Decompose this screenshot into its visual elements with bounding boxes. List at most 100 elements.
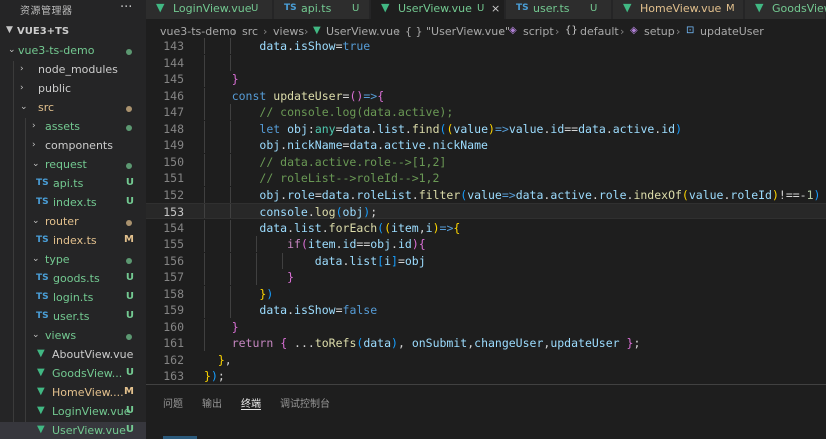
code-line: 147 // console.log(data.active); [146,104,826,120]
active-tab-indicator [241,409,261,410]
tree-item-label: components [45,139,113,152]
workspace-root[interactable]: ▼ VUE3+TS [0,24,146,41]
code-text: }, [217,352,232,367]
git-status-badge: U [352,3,360,14]
tree-item-label: GoodsView... [52,367,123,380]
tree-file-goodsview-vue[interactable]: ▼ GoodsView... U [0,365,146,384]
git-status-badge: U [125,310,134,321]
panel-tab-problems[interactable]: 问题 [163,395,183,410]
tree-file-api-ts[interactable]: TS api.ts U [0,175,146,194]
chevron-right-icon: › [232,25,237,38]
tree-file-aboutview-vue[interactable]: ▼ AboutView.vue [0,346,146,365]
chevron-right-icon: › [304,25,309,38]
code-line: 144 [146,54,826,71]
chevron-right-icon: › [620,25,625,38]
editor-tab-bar: ▼ LoginView.vue U TS api.ts U ▼ UserView… [146,0,826,19]
tab-api-ts[interactable]: TS api.ts U [274,0,370,19]
tab-label: api.ts [301,2,332,15]
vue-file-icon: ▼ [755,1,764,14]
breadcrumb-item[interactable]: UserView.vue [326,25,400,38]
line-number: 161 [163,336,184,350]
tree-file-loginview-vue[interactable]: ▼ LoginView.vue U [0,403,146,422]
typescript-file-icon: TS [36,178,49,188]
breadcrumb-item[interactable]: src [242,25,258,38]
vue-file-icon: ▼ [37,424,45,435]
tree-item-label: UserView.vue [52,424,126,437]
method-icon: ◈ [630,25,638,36]
code-line: 159 data.isShow=false [146,302,826,318]
typescript-file-icon: TS [516,3,529,13]
tree-folder-request[interactable]: ⌄ request [0,156,146,175]
tree-folder-public[interactable]: › public [0,80,146,99]
tab-user-ts[interactable]: TS user.ts U [506,0,612,19]
code-line-current: 153 console.log(obj); [146,203,826,219]
typescript-file-icon: TS [36,235,49,245]
more-actions-icon[interactable]: ··· [120,0,132,16]
tree-file-homeview-vue[interactable]: ▼ HomeView.... M [0,384,146,403]
code-text: obj.nickName=data.active.nickName [259,138,488,152]
chevron-right-icon: › [32,140,36,150]
tree-item-label: vue3-ts-demo [18,44,95,57]
git-status-badge: U [125,405,134,416]
tree-file-login-ts[interactable]: TS login.ts U [0,289,146,308]
tree-file-goods-ts[interactable]: TS goods.ts U [0,270,146,289]
modified-dot-icon [126,334,132,340]
tree-folder-vue3-ts-demo[interactable]: ⌄ vue3-ts-demo [0,42,146,61]
code-line: 151 // roleList-->roleId-->1,2 [146,170,826,186]
vue-file-icon: ▼ [623,1,632,14]
tab-goodsview-vue[interactable]: ▼ GoodsView [745,0,826,19]
breadcrumb-item[interactable]: default [580,25,619,38]
explorer-title: 资源管理器 [20,6,73,17]
tree-folder-views[interactable]: ⌄ views [0,327,146,346]
line-number: 157 [163,270,184,284]
breadcrumb-item[interactable]: updateUser [700,25,764,38]
breadcrumb-item[interactable]: views [273,25,304,38]
code-text: data.list[i]=obj [314,253,426,268]
tree-folder-router[interactable]: ⌄ router [0,213,146,232]
code-line: 145 } [146,71,826,87]
chevron-right-icon: › [263,25,268,38]
close-icon[interactable]: × [491,2,500,15]
code-line: 157 } [146,269,826,285]
panel-tab-output[interactable]: 输出 [202,395,222,410]
code-text: data.isShow=true [259,39,371,53]
vue-file-icon: ▼ [313,25,321,36]
tree-folder-components[interactable]: › components [0,137,146,156]
tree-item-label: index.ts [53,196,97,209]
git-status-badge: M [726,3,735,14]
tree-item-label: src [38,101,55,114]
tab-userview-vue[interactable]: ▼ UserView.vue U × [371,0,505,19]
tree-folder-node-modules[interactable]: › node_modules [0,61,146,80]
code-editor[interactable]: 143 data.isShow=true 144 145 } 146 const… [146,38,826,384]
tree-file-request-index-ts[interactable]: TS index.ts U [0,194,146,213]
tree-file-user-ts[interactable]: TS user.ts U [0,308,146,327]
tree-folder-src[interactable]: ⌄ src [0,99,146,118]
breadcrumb-item[interactable]: setup [644,25,675,38]
code-text: // data.active.role-->[1,2] [259,154,447,169]
tree-item-label: index.ts [53,234,97,247]
variable-icon: ⊡ [686,25,695,36]
tree-folder-type[interactable]: ⌄ type [0,251,146,270]
git-status-badge: U [125,367,134,378]
line-number: 163 [163,369,184,383]
git-status-badge: U [125,196,134,207]
breadcrumb-item[interactable]: script [523,25,554,38]
breadcrumb-item[interactable]: vue3-ts-demo [160,25,236,38]
tab-homeview-vue[interactable]: ▼ HomeView.vue M [613,0,744,19]
code-line: 155 if(item.id==obj.id){ [146,236,826,252]
vue-file-icon: ▼ [37,367,45,378]
tab-loginview-vue[interactable]: ▼ LoginView.vue U [146,0,273,19]
tree-file-userview-vue[interactable]: ▼ UserView.vue U [0,422,146,439]
tree-item-label: request [45,158,87,171]
chevron-right-icon: › [32,121,36,131]
breadcrumb-item[interactable]: { } "UserView.vue" [405,25,510,38]
typescript-file-icon: TS [36,273,49,283]
panel-tab-terminal[interactable]: 终端 [241,395,261,410]
code-line: 156 data.list[i]=obj [146,252,826,269]
tree-folder-assets[interactable]: › assets [0,118,146,137]
code-line: 146 const updateUser=()=>{ [146,87,826,104]
git-status-badge: U [125,177,134,188]
git-status-badge: M [124,234,134,245]
panel-tab-debug-console[interactable]: 调试控制台 [280,395,330,410]
tree-file-router-index-ts[interactable]: TS index.ts M [0,232,146,251]
